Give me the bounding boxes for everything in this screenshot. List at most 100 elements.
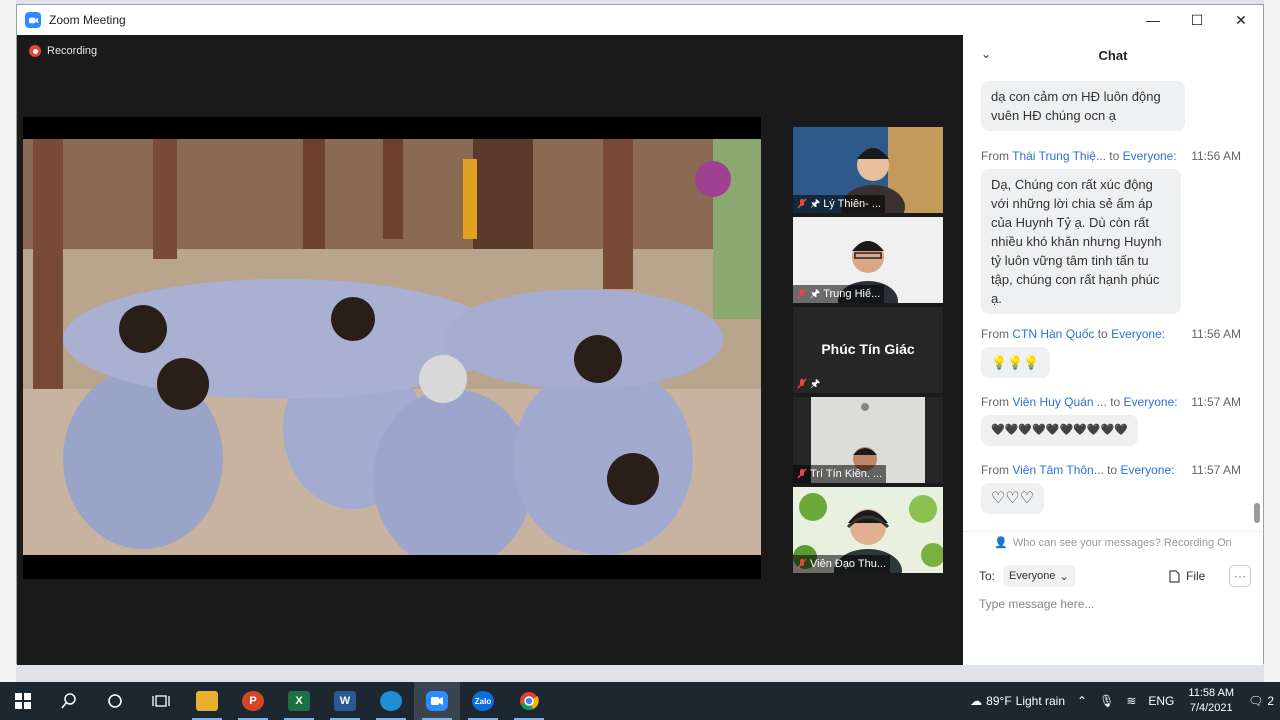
recipient-name[interactable]: Everyone: <box>1123 149 1177 163</box>
main-video-tile[interactable] <box>23 117 761 579</box>
notification-count: 2 <box>1267 694 1274 708</box>
edge-icon <box>380 691 402 711</box>
window-title: Zoom Meeting <box>49 13 126 27</box>
message-time: 11:56 AM <box>1191 327 1241 341</box>
minimize-button[interactable]: — <box>1131 5 1175 35</box>
network-tray-button[interactable]: ≋ <box>1120 694 1142 708</box>
sender-name[interactable]: Thái Trung Thiệ... <box>1012 149 1106 163</box>
chat-message-bubble: Dạ, Chúng con rất xúc động với những lời… <box>981 169 1181 314</box>
cloud-rain-icon: ☁ <box>970 694 983 708</box>
video-area: Recording 🖈 Lý Thiên- ... 🖈 Trung Hiế...… <box>17 35 963 665</box>
taskbar-chrome[interactable] <box>506 682 552 720</box>
chat-message-meta: From Viên Tâm Thôn... to Everyone: 11:57… <box>981 463 1241 477</box>
chat-message-bubble: 🖤🖤🖤🖤🖤🖤🖤🖤🖤🖤 <box>981 415 1138 446</box>
close-button[interactable]: ✕ <box>1219 5 1263 35</box>
microphone-tray-button[interactable]: 🎙 <box>1093 694 1120 708</box>
more-options-button[interactable]: ··· <box>1229 565 1251 587</box>
recipient-name[interactable]: Everyone: <box>1124 395 1178 409</box>
participant-name-bar: 🖈 Lý Thiên- ... <box>793 195 886 213</box>
chat-message-list[interactable]: dạ con cảm ơn HĐ luôn động vuên HĐ chúng… <box>963 75 1263 531</box>
participant-name: Viên Đạo Thu... <box>810 558 887 570</box>
recording-indicator[interactable]: Recording <box>29 45 97 57</box>
taskbar-zalo[interactable]: Zalo <box>460 682 506 720</box>
task-view-button[interactable] <box>138 682 184 720</box>
taskbar-word[interactable]: W <box>322 682 368 720</box>
excel-icon: X <box>288 691 310 711</box>
clock-date: 7/4/2021 <box>1189 702 1233 714</box>
chat-panel: ⌄ Chat dạ con cảm ơn HĐ luôn động vuên H… <box>963 35 1263 665</box>
desktop-left-edge <box>0 0 16 682</box>
participant-tile-no-video[interactable]: Phúc Tín Giác 🖈 <box>793 307 943 393</box>
taskbar-excel[interactable]: X <box>276 682 322 720</box>
chat-message-meta: From Viên Huy Quán ... to Everyone: 11:5… <box>981 395 1241 409</box>
word-icon: W <box>334 691 356 711</box>
chat-message-meta: From CTN Hàn Quốc to Everyone: 11:56 AM <box>981 327 1241 341</box>
sender-name[interactable]: Viên Huy Quán ... <box>1012 395 1107 409</box>
powerpoint-icon: P <box>242 691 264 711</box>
pin-icon: 🖈 <box>810 377 821 390</box>
notifications-button[interactable]: 🗨 2 <box>1242 694 1280 708</box>
message-time: 11:57 AM <box>1191 395 1241 409</box>
sender-name[interactable]: Viên Tâm Thôn... <box>1012 463 1103 477</box>
recipient-name[interactable]: Everyone: <box>1111 327 1165 341</box>
start-button[interactable] <box>0 682 46 720</box>
people-icon: 👤 <box>994 537 1008 549</box>
notification-icon: 🗨 <box>1248 694 1264 708</box>
task-view-icon <box>152 695 170 707</box>
participant-tile[interactable]: Trí Tín Kiên. ... <box>793 397 943 483</box>
search-button[interactable] <box>46 682 92 720</box>
wifi-icon: ≋ <box>1126 694 1137 708</box>
clock-time: 11:58 AM <box>1188 687 1235 699</box>
scrollbar-thumb[interactable] <box>1254 503 1260 523</box>
file-button[interactable]: File <box>1169 565 1205 587</box>
mic-muted-icon <box>797 468 807 479</box>
chevron-down-icon[interactable]: ⌄ <box>981 47 991 61</box>
microphone-icon: 🎙 <box>1099 694 1115 708</box>
participant-name-bar: 🖈 <box>793 375 824 393</box>
privacy-notice[interactable]: 👤 Who can see your messages? Recording O… <box>963 531 1263 553</box>
cortana-button[interactable] <box>92 682 138 720</box>
zoom-window: Zoom Meeting — ☐ ✕ Recording 🖈 Lý Thiên-… <box>16 4 1264 665</box>
pin-icon: 🖈 <box>810 287 821 300</box>
chevron-up-icon: ⌃ <box>1077 694 1088 708</box>
mic-muted-icon <box>797 558 807 569</box>
windows-logo-icon <box>15 693 31 709</box>
chat-message-bubble: ♡♡♡ <box>981 483 1045 514</box>
clock[interactable]: 11:58 AM 7/4/2021 <box>1180 686 1242 716</box>
taskbar-zoom[interactable] <box>414 682 460 720</box>
chat-message-bubble: 💡💡💡 <box>981 347 1050 378</box>
mic-muted-icon <box>797 198 807 209</box>
participant-name: Trung Hiế... <box>823 288 881 300</box>
zoom-icon <box>426 691 448 711</box>
participant-tile[interactable]: Viên Đạo Thu... <box>793 487 943 573</box>
message-time: 11:56 AM <box>1191 149 1241 163</box>
language-indicator[interactable]: ENG <box>1142 694 1180 708</box>
weather-widget[interactable]: ☁ 89°F Light rain <box>964 694 1071 708</box>
taskbar-edge[interactable] <box>368 682 414 720</box>
cortana-icon <box>108 694 122 708</box>
recipient-dropdown[interactable]: Everyone ⌄ <box>1003 565 1075 587</box>
mic-muted-icon <box>797 378 807 389</box>
system-tray: ☁ 89°F Light rain ⌃ 🎙 ≋ ENG 11:58 AM 7/4… <box>964 682 1280 720</box>
mic-muted-icon <box>797 288 807 299</box>
chat-scrollbar[interactable] <box>1253 75 1261 525</box>
file-icon <box>1169 569 1180 583</box>
participant-tile[interactable]: 🖈 Lý Thiên- ... <box>793 127 943 213</box>
participant-display-name: Phúc Tín Giác <box>821 341 915 357</box>
taskbar-file-explorer[interactable] <box>184 682 230 720</box>
show-hidden-icons-button[interactable]: ⌃ <box>1071 694 1093 708</box>
zalo-icon: Zalo <box>472 691 494 711</box>
participant-tile-active-speaker[interactable]: 🖈 Trung Hiế... <box>793 217 943 303</box>
recording-label: Recording <box>47 45 98 57</box>
maximize-button[interactable]: ☐ <box>1175 5 1219 35</box>
recipient-row: To: Everyone ⌄ File ··· <box>979 565 1253 587</box>
chat-header: ⌄ Chat <box>963 35 1263 75</box>
taskbar-powerpoint[interactable]: P <box>230 682 276 720</box>
sender-name[interactable]: CTN Hàn Quốc <box>1012 327 1094 341</box>
participant-name: Lý Thiên- ... <box>823 198 882 210</box>
desktop-right-edge <box>1264 0 1280 682</box>
windows-taskbar: P X W Zalo ☁ 89°F Light rain ⌃ 🎙 ≋ ENG 1… <box>0 682 1280 720</box>
recipient-name[interactable]: Everyone: <box>1120 463 1174 477</box>
chrome-icon <box>520 692 539 710</box>
chat-message-input[interactable] <box>979 593 1249 615</box>
